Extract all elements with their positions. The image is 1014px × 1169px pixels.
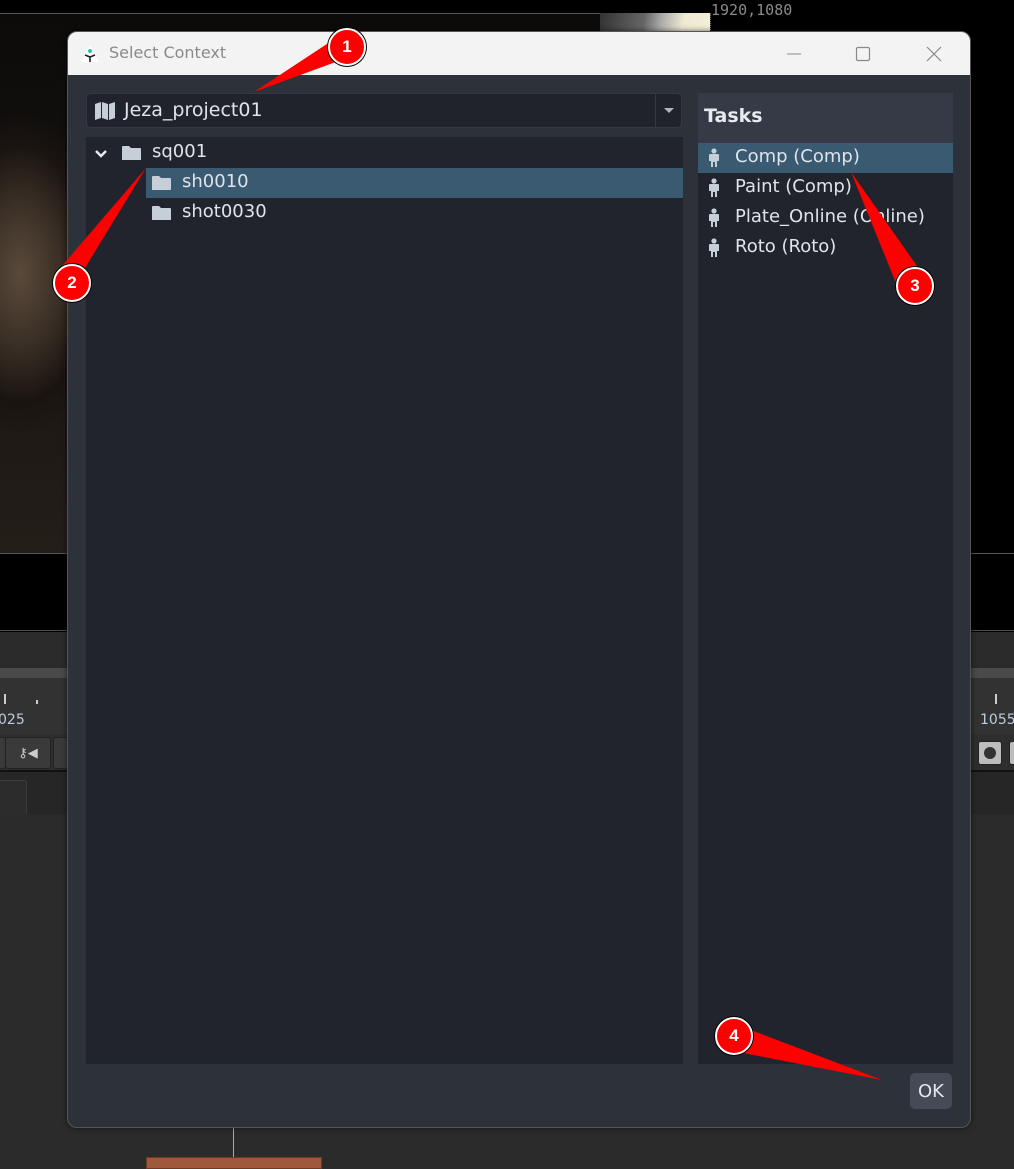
chevron-down-icon[interactable] [94, 149, 108, 159]
task-item-plate-online[interactable]: Plate_Online (Online) [698, 203, 953, 233]
task-item-roto[interactable]: Roto (Roto) [698, 233, 953, 263]
dialog-title: Select Context [109, 43, 227, 62]
timeline-tick [36, 700, 38, 704]
ok-button[interactable]: OK [910, 1073, 952, 1109]
select-context-dialog: Select Context Jeza_project01 sq001 sh00… [67, 31, 971, 1128]
task-item-paint[interactable]: Paint (Comp) [698, 173, 953, 203]
task-item-comp[interactable]: Comp (Comp) [698, 143, 953, 173]
task-label: Comp (Comp) [735, 146, 860, 167]
close-button[interactable] [911, 32, 957, 75]
folder-icon [152, 206, 171, 220]
tasks-panel: Tasks Comp (Comp) Paint (Comp) Plate_Onl… [698, 93, 953, 1064]
close-icon [926, 46, 942, 61]
task-label: Roto (Roto) [735, 236, 837, 257]
panel-tab[interactable] [0, 780, 27, 816]
annotation-badge-3: 3 [896, 267, 934, 305]
playback-button[interactable] [1009, 741, 1014, 765]
tree-item-sh0010[interactable]: sh0010 [146, 168, 683, 198]
timeline-tick [995, 694, 997, 704]
dropdown-button[interactable] [657, 94, 681, 127]
annotation-badge-4: 4 [715, 1017, 753, 1055]
person-icon [709, 208, 719, 227]
tree-item-sq001[interactable]: sq001 [86, 138, 683, 168]
prev-keyframe-icon: ⚷◀ [18, 745, 38, 761]
project-name: Jeza_project01 [124, 99, 263, 121]
record-icon [984, 747, 996, 759]
combo-separator [655, 94, 656, 127]
project-selector[interactable]: Jeza_project01 [86, 93, 682, 128]
tree-item-label: shot0030 [182, 201, 267, 222]
timeline-frame-start: 025 [0, 712, 25, 728]
record-button[interactable] [978, 741, 1002, 765]
folder-icon [122, 146, 141, 160]
map-icon [95, 102, 115, 120]
node[interactable] [146, 1157, 322, 1169]
timeline-frame-end: 1055 [980, 712, 1014, 728]
shot-tree: sq001 sh0010 shot0030 [86, 137, 683, 1064]
task-label: Paint (Comp) [735, 176, 852, 197]
maximize-icon [855, 46, 871, 61]
task-label: Plate_Online (Online) [735, 206, 925, 227]
prev-keyframe-button[interactable]: ⚷◀ [5, 737, 51, 769]
chevron-down-icon [664, 107, 674, 113]
tasks-header: Tasks [704, 105, 763, 127]
person-icon [709, 238, 719, 257]
timeline-tick [4, 694, 6, 704]
tree-item-label: sq001 [152, 141, 208, 162]
person-icon [709, 148, 719, 167]
title-bar[interactable]: Select Context [68, 32, 970, 75]
app-logo-icon [81, 45, 99, 62]
tree-item-label: sh0010 [182, 171, 249, 192]
annotation-badge-2: 2 [53, 264, 91, 302]
folder-icon [152, 176, 171, 190]
annotation-badge-1: 1 [328, 28, 366, 66]
tree-item-shot0030[interactable]: shot0030 [146, 198, 683, 228]
minimize-icon [787, 53, 801, 54]
maximize-button[interactable] [840, 32, 886, 75]
minimize-button[interactable] [771, 32, 817, 75]
resolution-label: 1920,1080 [711, 1, 793, 19]
viewer-image-edge [600, 13, 710, 33]
person-icon [709, 178, 719, 197]
